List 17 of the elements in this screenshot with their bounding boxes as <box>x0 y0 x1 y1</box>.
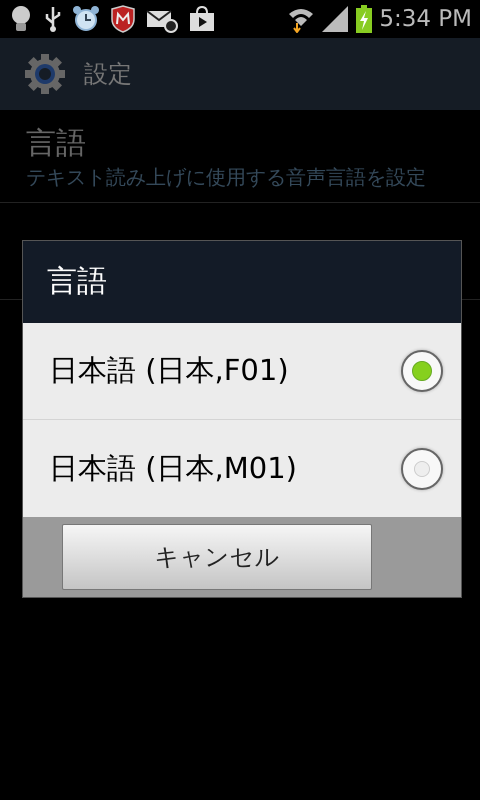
option-label[interactable]: 日本語 (日本,F01) <box>49 351 289 391</box>
settings-icon[interactable] <box>24 53 66 95</box>
setting-summary: テキスト読み上げに使用する音声言語を設定 <box>26 164 427 190</box>
signal-icon <box>321 5 350 33</box>
battery-charging-icon <box>355 5 374 33</box>
status-time: 5:34 PM <box>379 6 472 32</box>
radio-button[interactable] <box>401 448 443 490</box>
setting-title[interactable]: 言語 <box>26 124 454 164</box>
option-label[interactable]: 日本語 (日本,M01) <box>49 448 297 488</box>
shopping-bag-icon <box>188 5 216 33</box>
radio-button[interactable] <box>401 350 443 392</box>
shield-icon <box>110 5 136 33</box>
alarm-clock-icon <box>72 5 100 33</box>
screen-title: 設定 <box>84 59 132 90</box>
cancel-button[interactable]: キャンセル <box>62 524 372 590</box>
dialog-title: 言語 <box>23 241 461 323</box>
usb-icon <box>44 5 62 33</box>
